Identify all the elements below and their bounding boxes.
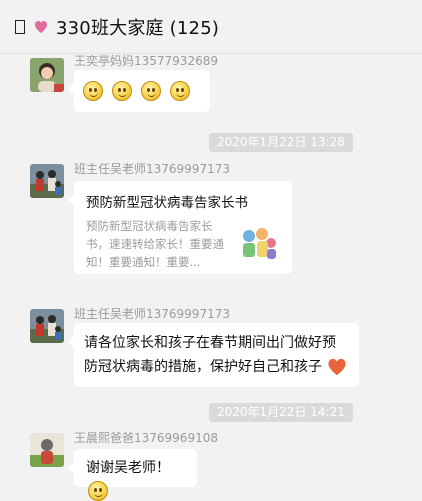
message-text: 请各位家长和孩子在春节期间出门做好预防冠状病毒的措施，保护好自己和孩子 [84,335,336,375]
avatar[interactable] [30,58,64,92]
link-description: 预防新型冠状病毒告家长书，速速转给家长！重要通知！重要通知！重要... [86,219,224,269]
smile-emoji-icon [170,81,190,101]
chat-title: 330班大家庭 (125) [56,17,220,39]
message-text: 谢谢吴老师！ [86,460,170,476]
avatar[interactable] [30,433,64,467]
avatar[interactable] [30,164,64,198]
sender-name: 班主任吴老师13769997173 [74,307,230,321]
sender-name: 王奕亭妈妈13577932689 [74,54,218,68]
smile-emoji-icon [83,81,103,101]
message-bubble[interactable] [68,70,210,112]
timestamp: 2020年1月22日 14:21 [209,403,353,422]
timestamp: 2020年1月22日 13:28 [209,133,353,152]
heart-icon [34,20,48,34]
message-bubble[interactable]: 请各位家长和孩子在春节期间出门做好预防冠状病毒的措施，保护好自己和孩子 [68,323,359,387]
back-icon[interactable] [15,19,25,34]
smile-emoji-icon [141,81,161,101]
message-bubble[interactable]: 谢谢吴老师！ [68,449,197,501]
sender-name: 王晨熙爸爸13769969108 [74,431,218,445]
smile-emoji-icon [112,81,132,101]
sender-name: 班主任吴老师13769997173 [74,162,230,176]
link-title: 预防新型冠状病毒告家长书 [86,195,248,211]
avatar[interactable] [30,309,64,343]
chat-header: 330班大家庭 (125) [0,0,422,54]
heart-emoji-icon [327,358,347,376]
smile-emoji-icon [88,480,108,501]
link-thumbnail [238,223,280,263]
link-card[interactable]: 预防新型冠状病毒告家长书 预防新型冠状病毒告家长书，速速转给家长！重要通知！重要… [68,181,292,274]
